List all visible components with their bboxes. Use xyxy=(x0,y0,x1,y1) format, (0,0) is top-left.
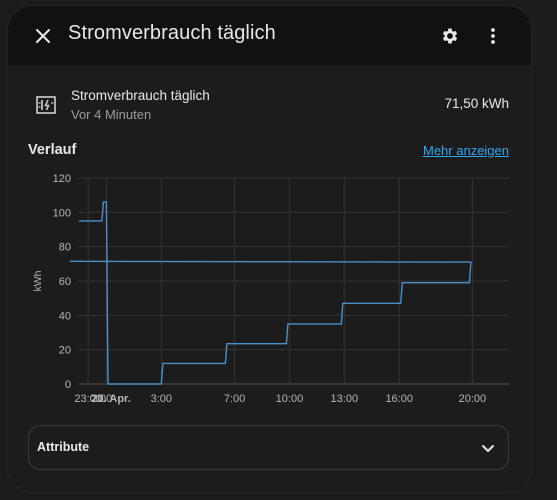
dialog-header: Stromverbrauch täglich xyxy=(8,6,531,65)
x-tick-label: 16:00 xyxy=(385,393,413,405)
y-axis-label: kWh xyxy=(32,270,44,291)
x-tick-label: 20:00 xyxy=(459,393,487,405)
entity-last-changed: Vor 4 Minuten xyxy=(71,107,152,122)
x-tick-label: 3:00 xyxy=(151,393,172,405)
chevron-down-icon xyxy=(482,445,494,452)
close-icon xyxy=(36,29,50,43)
y-tick-label: 120 xyxy=(53,173,71,185)
attributes-label: Attribute xyxy=(37,440,90,454)
more-options-button[interactable] xyxy=(473,16,513,56)
more-info-dialog: Stromverbrauch täglich Stromverbrauch tä… xyxy=(8,6,531,492)
show-more-link[interactable]: Mehr anzeigen xyxy=(423,143,509,158)
x-tick-label: 20. Apr. xyxy=(91,393,130,405)
y-tick-label: 60 xyxy=(59,276,71,288)
y-tick-label: 100 xyxy=(53,207,71,219)
y-tick-label: 80 xyxy=(59,242,71,254)
entity-name: Stromverbrauch täglich xyxy=(71,88,210,103)
y-tick-label: 20 xyxy=(59,345,71,357)
history-chart[interactable]: 02040608010012023:002:0020. Apr. 3:00 7:00… xyxy=(8,166,531,416)
entity-state-value: 71,50 kWh xyxy=(444,96,509,111)
x-tick-label: 13:00 xyxy=(331,393,359,405)
gear-icon xyxy=(442,28,458,44)
x-tick-label: 7:00 xyxy=(224,393,245,405)
entity-row[interactable]: Stromverbrauch täglich Vor 4 Minuten 71,… xyxy=(8,76,531,132)
dialog-title: Stromverbrauch täglich xyxy=(68,22,276,44)
close-button[interactable] xyxy=(23,16,63,56)
x-tick-label: 10:00 xyxy=(276,393,304,405)
more-vert-icon xyxy=(491,28,495,44)
history-heading: Verlauf xyxy=(28,142,77,158)
attributes-expander[interactable]: Attribute xyxy=(28,425,509,470)
meter-icon xyxy=(36,96,56,114)
settings-button[interactable] xyxy=(430,16,470,56)
series-line xyxy=(69,201,472,385)
y-tick-label: 0 xyxy=(65,379,71,391)
y-tick-label: 40 xyxy=(59,310,71,322)
